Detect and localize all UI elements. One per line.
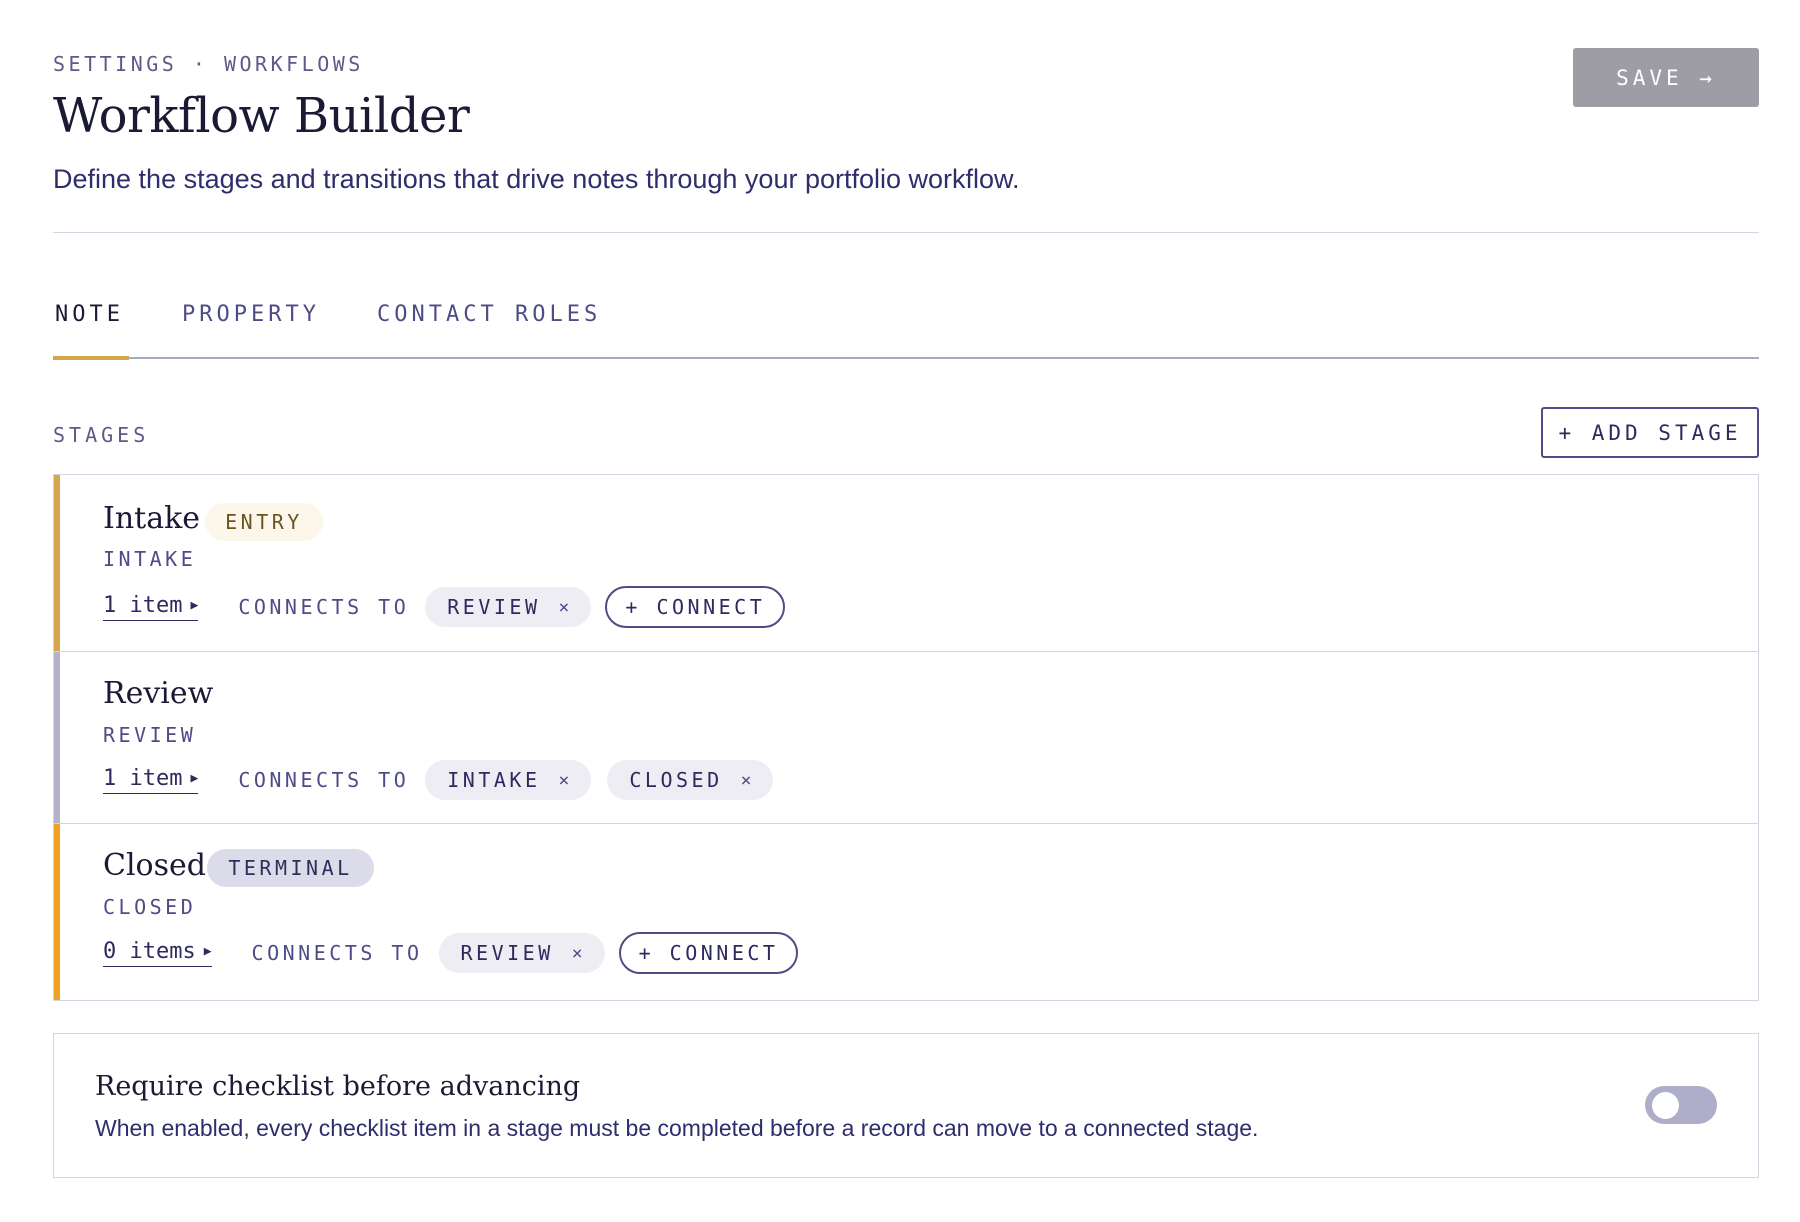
- close-icon[interactable]: ×: [741, 770, 752, 791]
- page-title: Workflow Builder: [53, 88, 470, 144]
- checklist-description: When enabled, every checklist item in a …: [95, 1115, 1259, 1141]
- items-count: 0 items: [103, 939, 196, 964]
- save-button[interactable]: SAVE →: [1573, 48, 1759, 107]
- add-stage-button[interactable]: + ADD STAGE: [1541, 407, 1759, 458]
- stage-name: Review: [103, 676, 214, 711]
- stages-header: STAGES + ADD STAGE: [53, 359, 1759, 474]
- stage-name: Intake: [103, 501, 201, 536]
- stage-color-bar: [54, 652, 60, 823]
- breadcrumb: SETTINGS · WORKFLOWS: [53, 52, 364, 76]
- items-link[interactable]: 1 item ▶: [103, 593, 199, 621]
- tab-label: PROPERTY: [182, 302, 320, 327]
- connects-to-label: CONNECTS TO: [238, 595, 410, 619]
- items-count: 1 item: [103, 593, 183, 618]
- stages-label: STAGES: [53, 423, 150, 447]
- connection-label: INTAKE: [447, 768, 541, 792]
- connection-chip: REVIEW ×: [438, 933, 605, 973]
- tab-bar: [53, 233, 1759, 359]
- items-link[interactable]: 0 items ▶: [103, 939, 212, 967]
- toggle-knob: [1652, 1092, 1679, 1119]
- tab-label: NOTE: [55, 302, 124, 327]
- caret-right-icon: ▶: [190, 771, 199, 786]
- connects-to-label: CONNECTS TO: [251, 941, 423, 965]
- stage-closed: Closed TERMINAL CLOSED 0 items ▶ CONNECTS…: [54, 824, 1758, 1000]
- connection-chip: INTAKE ×: [425, 760, 592, 800]
- stage-color-bar: [54, 475, 60, 651]
- close-icon[interactable]: ×: [559, 770, 570, 791]
- tab-contact-roles[interactable]: CONTACT ROLES: [377, 302, 601, 327]
- stage-connections-row: 1 item ▶ CONNECTS TO REVIEW × + CONNECT: [103, 586, 786, 628]
- workflow-builder-page: SETTINGS · WORKFLOWS Workflow Builder De…: [53, 0, 1759, 1178]
- checklist-setting-card: Require checklist before advancing When …: [53, 1033, 1759, 1178]
- tab-property[interactable]: PROPERTY: [182, 302, 320, 327]
- close-icon[interactable]: ×: [572, 943, 583, 964]
- stage-name: Closed: [103, 848, 206, 883]
- terminal-badge: TERMINAL: [207, 849, 374, 887]
- page-subtitle: Define the stages and transitions that d…: [53, 164, 1020, 194]
- stage-key: INTAKE: [103, 547, 197, 571]
- connect-button[interactable]: + CONNECT: [605, 586, 786, 628]
- caret-right-icon: ▶: [203, 944, 212, 959]
- connects-to-label: CONNECTS TO: [238, 768, 410, 792]
- stage-key: CLOSED: [103, 895, 197, 919]
- close-icon[interactable]: ×: [559, 597, 570, 618]
- connect-button[interactable]: + CONNECT: [618, 932, 799, 974]
- caret-right-icon: ▶: [190, 598, 199, 613]
- checklist-title: Require checklist before advancing: [95, 1071, 581, 1102]
- connection-label: REVIEW: [447, 595, 541, 619]
- stages-list: Intake ENTRY INTAKE 1 item ▶ CONNECTS TO …: [53, 474, 1759, 1001]
- stage-color-bar: [54, 824, 60, 1000]
- checklist-toggle[interactable]: [1645, 1086, 1717, 1124]
- connection-chip: CLOSED ×: [607, 760, 774, 800]
- page-header: SETTINGS · WORKFLOWS Workflow Builder De…: [53, 0, 1759, 233]
- items-count: 1 item: [103, 766, 183, 791]
- stage-review: Review REVIEW 1 item ▶ CONNECTS TO INTAKE…: [54, 652, 1758, 824]
- connection-chip: REVIEW ×: [425, 587, 592, 627]
- stage-intake: Intake ENTRY INTAKE 1 item ▶ CONNECTS TO …: [54, 475, 1758, 652]
- stage-key: REVIEW: [103, 723, 197, 747]
- connection-label: REVIEW: [460, 941, 554, 965]
- entry-badge: ENTRY: [205, 503, 323, 541]
- tab-note[interactable]: NOTE: [55, 302, 124, 327]
- tab-label: CONTACT ROLES: [377, 302, 602, 327]
- stage-connections-row: 1 item ▶ CONNECTS TO INTAKE × CLOSED ×: [103, 759, 774, 801]
- items-link[interactable]: 1 item ▶: [103, 766, 199, 794]
- connection-label: CLOSED: [629, 768, 723, 792]
- stage-connections-row: 0 items ▶ CONNECTS TO REVIEW × + CONNECT: [103, 932, 799, 974]
